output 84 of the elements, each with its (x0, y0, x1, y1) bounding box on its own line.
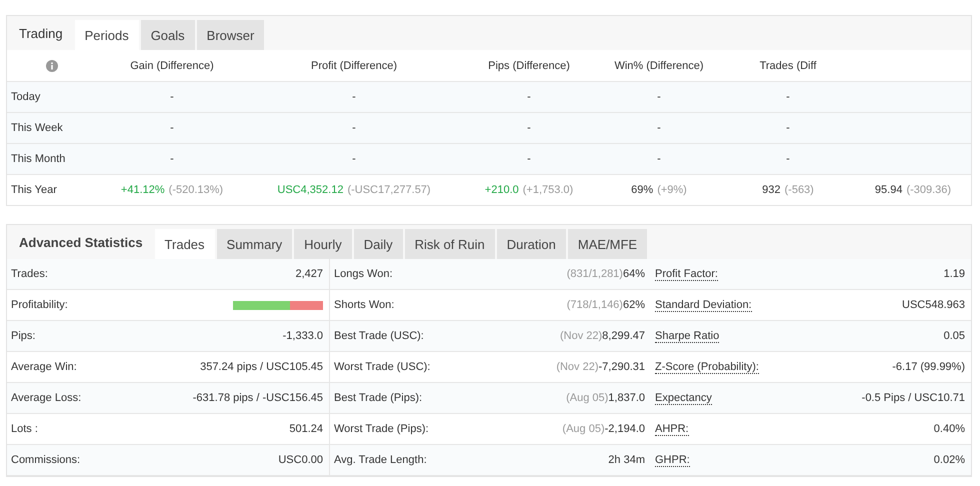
column-header: Trades (Diff (760, 60, 816, 72)
column-header: Win% (Difference) (614, 60, 704, 72)
tab[interactable]: Hourly (294, 229, 352, 259)
panel-title: Advanced Statistics (18, 235, 144, 252)
tab[interactable]: Browser (196, 20, 264, 50)
stat-value: 1.19 (944, 268, 965, 280)
table-cell: - (352, 153, 356, 165)
stat-value: 501.24 (289, 423, 323, 435)
table-cell: - (786, 122, 790, 134)
stat-value: -0.5 Pips / USC10.71 (862, 392, 965, 404)
stat-value: USC0.00 (278, 454, 323, 466)
column-header: Pips (Difference) (488, 60, 570, 72)
stat-value: -631.78 pips / -USC156.45 (192, 392, 323, 404)
stat-label: Best Trade (USC): (334, 330, 424, 342)
stat-label: Commissions: (11, 454, 80, 466)
stat-value: (Nov 22)8,299.47 (560, 330, 645, 342)
stat-label: AHPR: (655, 422, 689, 436)
stat-value: 2h 34m (608, 454, 645, 466)
table-cell: - (527, 122, 531, 134)
stat-label: Worst Trade (Pips): (334, 423, 429, 435)
table-cell: 95.94 (-309.36) (874, 184, 952, 196)
panel-title: Trading (18, 26, 64, 43)
stat-label: Profit Factor: (655, 268, 718, 280)
stat-label: Worst Trade (USC): (334, 361, 430, 373)
stat-value: -1,333.0 (282, 330, 323, 342)
stat-value: (Aug 05)-2,194.0 (562, 423, 645, 435)
tab[interactable]: Goals (140, 20, 195, 50)
info-icon[interactable] (46, 60, 58, 72)
table-cell: +41.12% (-520.13%) (120, 184, 224, 196)
stat-value: (Aug 05)1,837.0 (566, 392, 645, 404)
table-cell: 932 (-563) (762, 184, 814, 196)
stat-value: 0.40% (934, 423, 965, 435)
stat-value: 2,427 (295, 268, 323, 280)
table-cell: - (657, 122, 661, 134)
column-header: Profit (Difference) (311, 60, 397, 72)
tab[interactable]: Periods (74, 20, 139, 50)
table-cell: - (352, 122, 356, 134)
stat-value: (831/1,281)64% (566, 268, 645, 280)
stat-value: -6.17 (99.99%) (892, 361, 965, 373)
stat-value: 0.02% (934, 454, 965, 466)
stat-value: (Nov 22)-7,290.31 (556, 361, 645, 373)
table-cell: - (527, 153, 531, 165)
table-cell: - (786, 153, 790, 165)
table-cell: - (657, 91, 661, 103)
column-header: Gain (Difference) (130, 60, 214, 72)
stat-value: 357.24 pips / USC105.45 (200, 361, 323, 373)
stat-label: Longs Won: (334, 268, 393, 280)
table-cell: - (657, 153, 661, 165)
table-cell: USC4,352.12 (-USC17,277.57) (277, 184, 431, 196)
stat-value: 0.05 (944, 330, 965, 342)
table-cell: - (527, 91, 531, 103)
stat-label: GHPR: (655, 454, 690, 466)
period-label: This Year (11, 184, 57, 196)
tab[interactable]: Duration (496, 229, 566, 259)
table-cell: +210.0 (+1,753.0) (484, 184, 574, 196)
stat-label: Expectancy (655, 392, 712, 404)
stat-label: Sharpe Ratio (655, 330, 720, 342)
table-cell: - (170, 153, 174, 165)
table-cell: - (352, 91, 356, 103)
table-cell: 69% (+9%) (631, 184, 687, 196)
tab[interactable]: Trades (154, 229, 215, 259)
table-cell: - (170, 91, 174, 103)
stat-label: Shorts Won: (334, 299, 394, 311)
period-label: Today (11, 91, 40, 103)
stat-label: Average Loss: (11, 392, 82, 404)
table-cell: - (170, 122, 174, 134)
stat-value: (718/1,146)62% (566, 299, 645, 311)
stat-label: Best Trade (Pips): (334, 392, 422, 404)
tab[interactable]: Daily (354, 229, 403, 259)
stat-label: Lots : (11, 423, 38, 435)
table-cell: - (786, 91, 790, 103)
stat-label: Standard Deviation: (655, 298, 752, 312)
stat-label: Z-Score (Probability): (655, 360, 759, 374)
stat-label: Average Win: (11, 361, 77, 373)
stat-label: Avg. Trade Length: (334, 454, 427, 466)
stat-value: USC548.963 (902, 299, 965, 311)
period-label: This Week (11, 122, 63, 134)
tab[interactable]: Risk of Ruin (404, 229, 495, 259)
tab[interactable]: MAE/MFE (568, 229, 648, 259)
period-label: This Month (11, 153, 66, 165)
stat-label: Profitability: (11, 299, 68, 311)
stat-label: Pips: (11, 330, 36, 342)
stat-label: Trades: (11, 268, 48, 280)
tab[interactable]: Summary (216, 229, 292, 259)
